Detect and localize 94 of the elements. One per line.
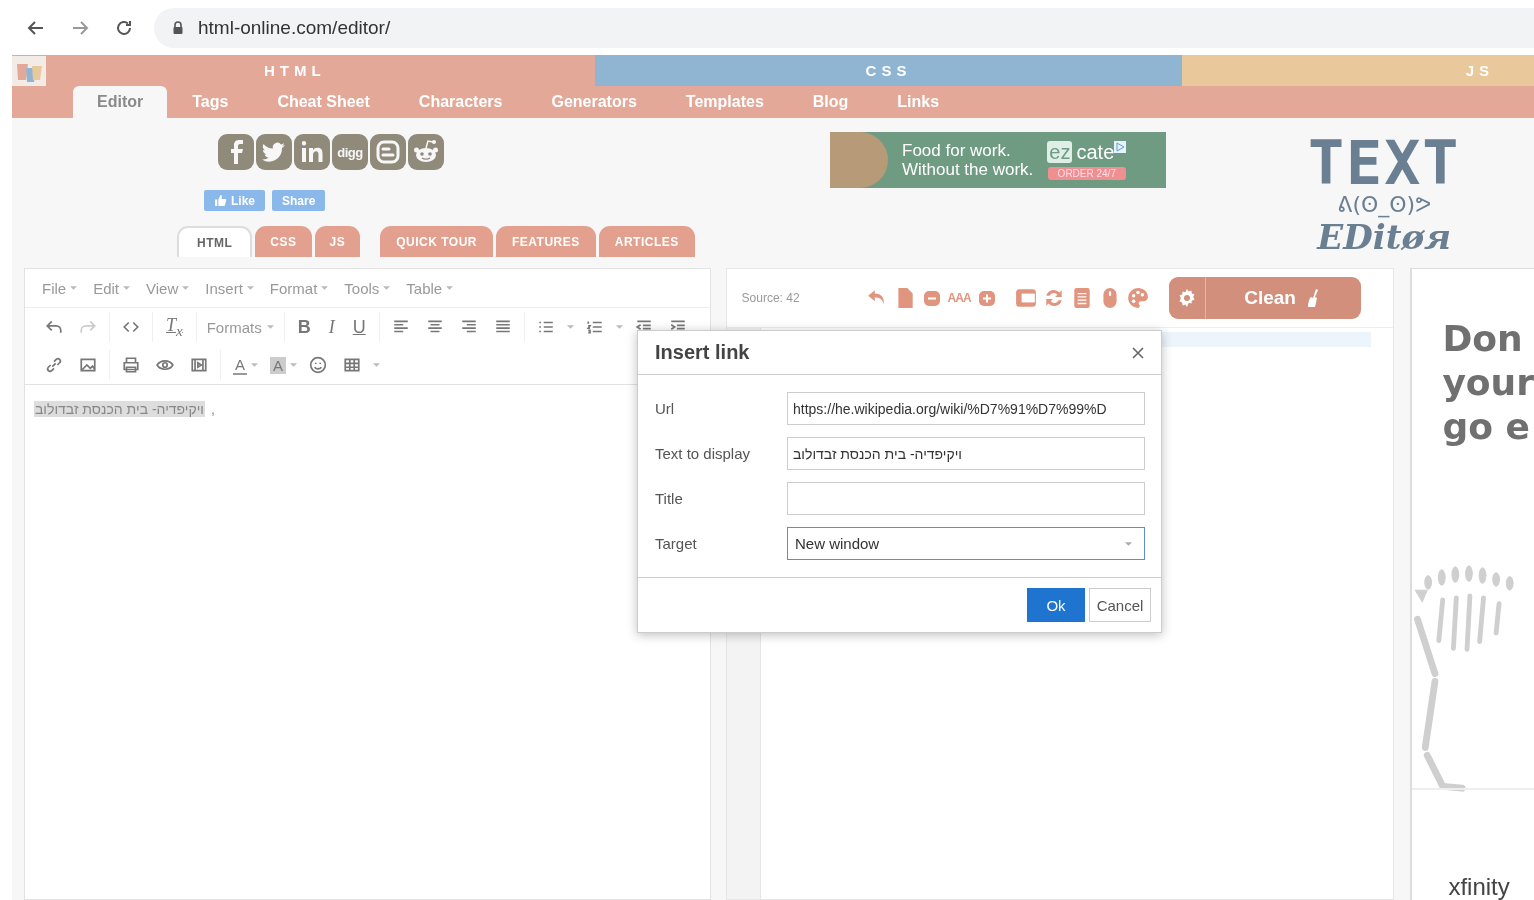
ok-button[interactable]: Ok: [1027, 588, 1085, 622]
settings-button[interactable]: [1168, 277, 1206, 319]
clear-formatting-button[interactable]: T$_{x}$: [157, 314, 192, 340]
address-text: html-online.com/editor/: [198, 16, 391, 39]
italic-button[interactable]: I: [319, 316, 344, 338]
like-button[interactable]: Like: [204, 190, 265, 211]
info-link-tab[interactable]: ARTICLES: [598, 226, 695, 257]
section-tab[interactable]: HTML: [12, 55, 595, 86]
order-button[interactable]: ORDER 24/7: [1047, 166, 1126, 180]
language-tab[interactable]: HTML: [177, 226, 253, 257]
blogger-icon[interactable]: [370, 134, 406, 170]
logo-subtitle: EDitøя: [1317, 218, 1452, 256]
lock-icon: [172, 20, 184, 35]
caret-icon: [321, 286, 329, 290]
caret-icon[interactable]: [615, 325, 623, 329]
layout-icon[interactable]: [1014, 287, 1037, 309]
underline-button[interactable]: U: [343, 316, 375, 338]
menu-item[interactable]: File: [35, 279, 85, 297]
caret-icon: [1125, 541, 1132, 546]
field-label: Text to display: [655, 445, 752, 462]
cancel-button[interactable]: Cancel: [1089, 588, 1151, 622]
nav-tab[interactable]: Links: [873, 86, 964, 118]
linkedin-icon[interactable]: [294, 134, 330, 170]
menu-item[interactable]: Edit: [86, 279, 138, 297]
address-bar[interactable]: html-online.com/editor/: [154, 7, 1534, 48]
palette-icon[interactable]: [1126, 287, 1149, 309]
target-dropdown[interactable]: New window: [787, 527, 1145, 560]
info-link-tab[interactable]: FEATURES: [496, 226, 596, 257]
nav-tab[interactable]: Characters: [394, 86, 527, 118]
ad-text: go e: [1442, 405, 1531, 449]
thumbs-up-icon: [214, 194, 227, 207]
caret-icon: [266, 325, 274, 329]
input-field[interactable]: [787, 482, 1145, 515]
field-label: Url: [655, 400, 676, 417]
caret-icon: [383, 286, 391, 290]
caret-icon: [70, 286, 78, 290]
facebook-icon[interactable]: [218, 134, 254, 170]
info-link-tab[interactable]: QUICK TOUR: [380, 226, 493, 257]
caret-icon[interactable]: [566, 325, 574, 329]
background-color-button[interactable]: A: [270, 356, 287, 374]
reddit-icon[interactable]: [408, 134, 444, 170]
settings-icon: [1176, 288, 1197, 308]
ad-text: Don: [1442, 317, 1524, 361]
field-label: Target: [655, 535, 698, 552]
brand-name: cate: [1076, 140, 1115, 164]
caret-icon: [246, 286, 254, 290]
dialog-title: Insert link: [655, 341, 750, 364]
caret-icon: [182, 286, 190, 290]
font-size-button[interactable]: AAA: [947, 291, 971, 305]
nav-tab[interactable]: Tags: [168, 86, 253, 118]
text-color-button[interactable]: A: [233, 355, 247, 375]
caret-icon: [123, 286, 131, 290]
menu-item[interactable]: Format: [262, 279, 336, 297]
photo-placeholder: [830, 132, 888, 188]
menu-item[interactable]: Insert: [198, 279, 261, 297]
section-tab[interactable]: JS: [1182, 55, 1534, 86]
field-label: Title: [655, 490, 684, 507]
share-button[interactable]: Share: [272, 190, 326, 211]
nav-tab[interactable]: Cheat Sheet: [253, 86, 394, 118]
nav-tab[interactable]: Generators: [527, 86, 661, 118]
menu-item[interactable]: Tools: [337, 279, 398, 297]
caret-icon: [446, 286, 454, 290]
side-ad[interactable]: Don your go e xfinity: [1410, 268, 1534, 900]
logo-emoticon: ᕕ(ʘ_ʘ)ᕗ: [1337, 192, 1432, 218]
caret-icon[interactable]: [290, 363, 298, 367]
input-field[interactable]: https://he.wikipedia.org/wiki/%D7%91%D7%99%D: [787, 392, 1145, 425]
ad-text: your: [1442, 361, 1534, 405]
menu-item[interactable]: Table: [399, 279, 461, 297]
input-field[interactable]: ויקיפדיה- בית הכנסת זבדולוב: [787, 437, 1145, 470]
close-icon[interactable]: [1131, 345, 1145, 360]
ad-subline: Without the work.: [902, 160, 1034, 179]
caret-icon[interactable]: [251, 363, 258, 367]
section-tab[interactable]: CSS: [595, 55, 1182, 86]
language-tab[interactable]: CSS: [255, 226, 312, 257]
source-counter: Source: 42: [741, 291, 801, 305]
selected-link-text: ויקיפדיה- בית הכנסת זבדולוב: [34, 401, 205, 417]
ad-banner[interactable]: Food for work. Without the work. ez cate ORDER 24/7: [830, 132, 1166, 188]
clean-button[interactable]: Clean: [1205, 277, 1361, 319]
ad-choices-icon[interactable]: [1114, 140, 1127, 153]
brand-mark: ez: [1047, 141, 1073, 163]
formats-dropdown[interactable]: Formats: [200, 317, 280, 337]
nav-tab[interactable]: Blog: [788, 86, 873, 118]
ad-headline: Food for work.: [902, 141, 1012, 160]
nav-tab[interactable]: Editor: [73, 86, 168, 118]
bold-button[interactable]: B: [288, 316, 320, 338]
language-tab[interactable]: JS: [314, 226, 361, 257]
caret-icon[interactable]: [373, 363, 381, 367]
nav-tab[interactable]: Templates: [661, 86, 788, 118]
digg-icon[interactable]: digg: [332, 134, 368, 170]
twitter-icon[interactable]: [256, 134, 292, 170]
content-text: ,: [211, 401, 215, 417]
logo-title: TEXT: [1308, 134, 1461, 192]
menu-item[interactable]: View: [139, 279, 197, 297]
advertiser-logo: xfinity: [1447, 874, 1511, 900]
